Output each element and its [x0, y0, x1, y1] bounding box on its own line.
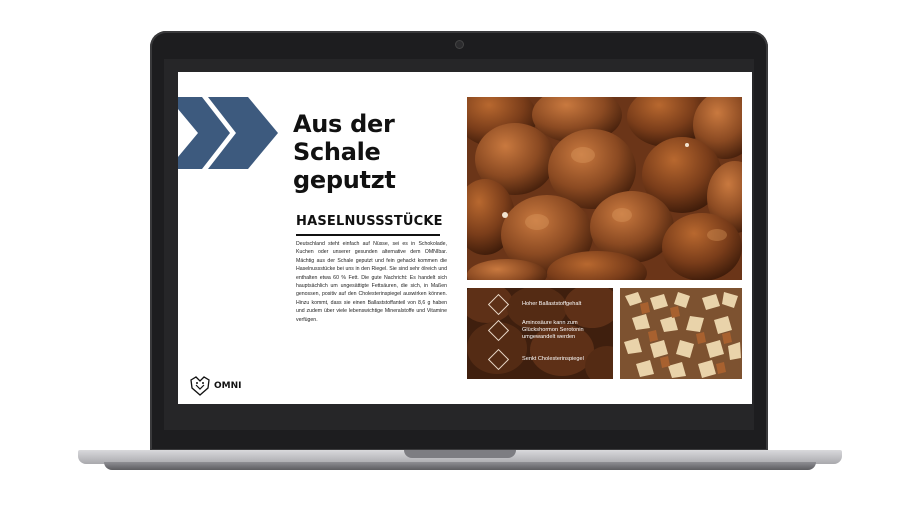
benefit-label: Aminosäure kann zum Glückshormon Seroton…	[522, 320, 584, 340]
benefit-item: Aminosäure kann zum Glückshormon Seroton…	[467, 319, 612, 342]
headline-line-1: Aus der	[293, 110, 395, 138]
logo-wordmark: OMNI	[214, 381, 242, 391]
section-subheading: HASELNUSSSTÜCKE	[296, 214, 443, 229]
presentation-slide: Aus der Schale geputzt HASELNUSSSTÜCKE D…	[178, 72, 752, 404]
headline-line-3: geputzt	[293, 166, 396, 194]
chopped-hazelnuts-photo	[620, 288, 742, 379]
omni-logo: OMNI	[188, 374, 242, 398]
benefits-panel: Hoher Ballaststoffgehalt Aminosäure kann…	[467, 288, 613, 379]
body-paragraph: Deutschland steht einfach auf Nüsse, sei…	[296, 241, 447, 323]
headline-line-2: Schale	[293, 138, 381, 166]
laptop-base-lip	[104, 462, 816, 470]
benefit-item: Hoher Ballaststoffgehalt	[467, 293, 612, 316]
diamond-icon	[487, 348, 510, 371]
benefit-item: Senkt Cholesterinspiegel	[467, 348, 612, 371]
webcam	[456, 41, 463, 48]
subheading-underline	[296, 234, 440, 236]
diamond-icon	[487, 293, 510, 316]
benefit-label: Senkt Cholesterinspiegel	[522, 356, 584, 362]
diamond-icon	[487, 319, 510, 342]
hazelnuts-photo	[467, 97, 742, 280]
laptop-opening-notch	[404, 450, 516, 458]
hazelnuts-image	[467, 97, 742, 280]
benefit-label: Hoher Ballaststoffgehalt	[522, 301, 582, 307]
chevron-arrows-icon	[178, 97, 278, 169]
slide-headline: Aus der Schale geputzt	[293, 110, 396, 194]
omni-fox-logo-icon	[190, 376, 210, 396]
chopped-hazelnuts-image	[620, 288, 742, 379]
